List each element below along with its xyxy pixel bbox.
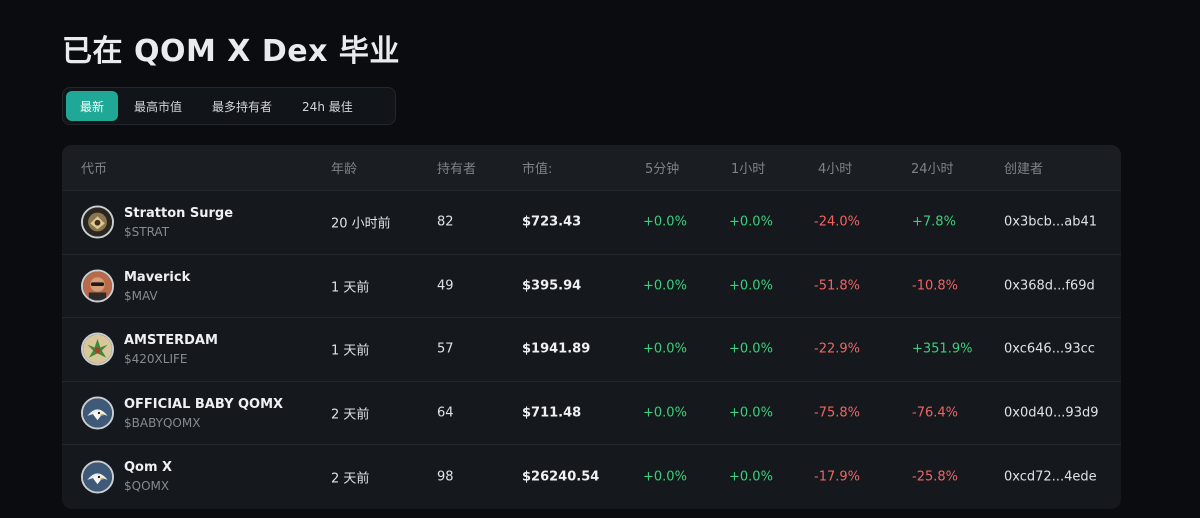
change-1h: +0.0% [729,405,773,421]
table-row[interactable]: Stratton Surge $STRAT 20 小时前 82 $723.43 … [62,191,1121,255]
token-mcap: $26240.54 [522,469,600,485]
header-1h[interactable]: 1小时 [731,158,765,177]
art-avatar-icon [81,205,114,239]
table-body: Stratton Surge $STRAT 20 小时前 82 $723.43 … [62,191,1121,509]
token-name[interactable]: OFFICIAL BABY QOMX [124,397,283,412]
change-5m: +0.0% [643,278,687,294]
change-1h: +0.0% [729,278,773,294]
token-holders: 64 [437,405,454,421]
creator-address[interactable]: 0x3bcb...ab41 [1004,215,1097,230]
table-header: 代币 年龄 持有者 市值: 5分钟 1小时 4小时 24小时 创建者 [62,145,1121,191]
tokens-table: 代币 年龄 持有者 市值: 5分钟 1小时 4小时 24小时 创建者 Strat… [62,145,1121,509]
token-age: 2 天前 [331,471,370,487]
token-symbol: $STRAT [124,225,170,239]
creator-address[interactable]: 0xc646...93cc [1004,342,1095,357]
change-4h: -75.8% [814,405,860,421]
token-holders: 82 [437,214,454,230]
token-mcap: $1941.89 [522,341,591,357]
tab-most-holders[interactable]: 最多持有者 [198,91,286,121]
change-1h: +0.0% [729,214,773,230]
token-holders: 98 [437,469,454,485]
table-row[interactable]: AMSTERDAM $420XLIFE 1 天前 57 $1941.89 +0.… [62,318,1121,382]
header-age[interactable]: 年龄 [331,158,357,177]
token-holders: 57 [437,341,454,357]
token-holders: 49 [437,278,454,294]
token-symbol: $420XLIFE [124,352,188,366]
change-1h: +0.0% [729,341,773,357]
token-age: 1 天前 [331,343,370,359]
change-5m: +0.0% [643,214,687,230]
table-row[interactable]: OFFICIAL BABY QOMX $BABYQOMX 2 天前 64 $71… [62,382,1121,445]
creator-address[interactable]: 0x368d...f69d [1004,278,1095,293]
filter-tabs: 最新 最高市值 最多持有者 24h 最佳 [62,87,396,125]
token-name[interactable]: Qom X [124,460,172,475]
table-row[interactable]: Qom X $QOMX 2 天前 98 $26240.54 +0.0% +0.0… [62,445,1121,509]
header-creator[interactable]: 创建者 [1004,158,1043,177]
token-age: 20 小时前 [331,216,391,232]
change-1h: +0.0% [729,469,773,485]
eagle-avatar-icon [81,396,114,430]
header-holders[interactable]: 持有者 [437,158,476,177]
header-4h[interactable]: 4小时 [818,158,852,177]
token-mcap: $711.48 [522,405,582,421]
leaf-avatar-icon [81,332,114,366]
creator-address[interactable]: 0xcd72...4ede [1004,469,1097,484]
header-mcap[interactable]: 市值: [522,158,552,177]
token-mcap: $395.94 [522,278,582,294]
face-avatar-icon [81,269,114,303]
change-5m: +0.0% [643,341,687,357]
change-4h: -17.9% [814,469,860,485]
token-name[interactable]: Stratton Surge [124,206,233,221]
change-24h: +7.8% [912,214,956,230]
tab-newest[interactable]: 最新 [66,91,119,121]
creator-address[interactable]: 0x0d40...93d9 [1004,405,1099,420]
change-4h: -51.8% [814,278,860,294]
change-24h: -10.8% [912,278,958,294]
change-24h: -25.8% [912,469,958,485]
page: 已在 QOM X Dex 毕业 最新 最高市值 最多持有者 24h 最佳 代币 … [0,0,1200,518]
token-symbol: $MAV [124,288,158,303]
header-24h[interactable]: 24小时 [911,158,954,177]
header-5m[interactable]: 5分钟 [645,158,679,177]
change-5m: +0.0% [643,469,687,485]
change-24h: -76.4% [912,405,958,421]
change-5m: +0.0% [643,405,687,421]
header-token[interactable]: 代币 [81,158,107,177]
change-24h: +351.9% [912,341,973,357]
token-name[interactable]: AMSTERDAM [124,333,218,348]
tab-24h-best[interactable]: 24h 最佳 [288,91,367,121]
table-row[interactable]: Maverick $MAV 1 天前 49 $395.94 +0.0% +0.0… [62,255,1121,318]
token-symbol: $BABYQOMX [124,415,201,430]
tab-highest-mcap[interactable]: 最高市值 [120,91,196,121]
change-4h: -24.0% [814,214,860,230]
token-age: 2 天前 [331,407,370,423]
token-mcap: $723.43 [522,214,582,230]
token-symbol: $QOMX [124,479,170,493]
page-title: 已在 QOM X Dex 毕业 [62,34,400,69]
token-age: 1 天前 [331,280,370,296]
change-4h: -22.9% [814,341,860,357]
eagle-avatar-icon [81,460,114,494]
token-name[interactable]: Maverick [124,270,190,285]
